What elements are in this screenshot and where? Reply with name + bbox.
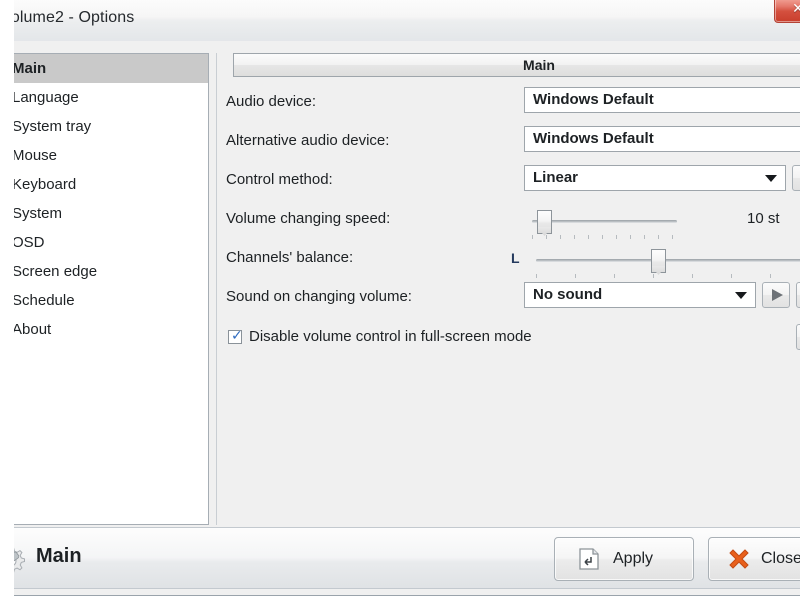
control-method-label: Control method: [226, 171, 333, 188]
footer-bottom-divider [0, 588, 800, 589]
close-icon: ✕ [792, 0, 800, 16]
sidebar-item-main[interactable]: Main [2, 54, 208, 83]
sidebar-item-about[interactable]: About [2, 315, 208, 344]
apply-button[interactable]: Apply [554, 537, 694, 581]
balance-left-marker: L [511, 250, 520, 266]
play-icon [772, 289, 783, 301]
section-header: Main [233, 53, 800, 77]
dialog-body: Main Language System tray Mouse Keyboard… [0, 41, 800, 527]
volume-speed-slider-ticks [532, 235, 677, 241]
sidebar-item-screen-edge[interactable]: Screen edge [2, 257, 208, 286]
channels-balance-slider-track[interactable] [536, 259, 800, 262]
control-method-extra-button[interactable] [792, 165, 800, 191]
sidebar-item-system-tray[interactable]: System tray [2, 112, 208, 141]
close-button[interactable]: Close [708, 537, 800, 581]
save-disk-icon [577, 547, 601, 571]
close-x-icon [727, 547, 751, 571]
panel-divider [216, 53, 217, 525]
sidebar-item-keyboard[interactable]: Keyboard [2, 170, 208, 199]
channels-balance-label: Channels' balance: [226, 249, 354, 266]
checkmark-icon: ✓ [231, 328, 243, 344]
footer-page-title: Main [36, 545, 82, 567]
title-bar: Volume2 - Options ✕ [0, 0, 800, 42]
sidebar-item-system[interactable]: System [2, 199, 208, 228]
audio-device-field[interactable]: Windows Default [524, 87, 800, 113]
control-method-value: Linear [533, 169, 579, 186]
fullscreen-checkbox-label: Disable volume control in full-screen mo… [249, 328, 532, 345]
options-dialog: Volume2 - Options ✕ Main Language System… [0, 0, 800, 596]
sound-on-change-label: Sound on changing volume: [226, 288, 412, 305]
alternative-audio-device-label: Alternative audio device: [226, 132, 390, 149]
settings-category-list[interactable]: Main Language System tray Mouse Keyboard… [1, 53, 209, 525]
application-window: Volume2 - Options ✕ Main Language System… [0, 0, 800, 600]
volume-speed-slider-track[interactable] [532, 220, 677, 223]
fullscreen-checkbox[interactable]: ✓ [228, 328, 243, 344]
volume-speed-slider-thumb[interactable] [537, 210, 552, 234]
channels-balance-slider-ticks [536, 274, 800, 280]
chevron-down-icon [735, 292, 747, 299]
window-close-button[interactable]: ✕ [774, 0, 800, 23]
browse-sound-button[interactable] [796, 282, 800, 308]
control-method-dropdown[interactable]: Linear [524, 165, 786, 191]
sidebar-item-osd[interactable]: OSD [2, 228, 208, 257]
apply-button-label: Apply [613, 550, 654, 567]
sidebar-item-language[interactable]: Language [2, 83, 208, 112]
volume-speed-value: 10 st [747, 210, 780, 227]
alternative-audio-device-field[interactable]: Windows Default [524, 126, 800, 152]
left-clip-strip [0, 0, 14, 600]
sound-on-change-value: No sound [533, 286, 603, 303]
window-title: Volume2 - Options [1, 9, 135, 26]
sidebar-item-schedule[interactable]: Schedule [2, 286, 208, 315]
sidebar-item-mouse[interactable]: Mouse [2, 141, 208, 170]
sound-on-change-dropdown[interactable]: No sound [524, 282, 756, 308]
dialog-footer: Main Apply Close [0, 527, 800, 589]
play-sound-button[interactable] [762, 282, 790, 308]
fullscreen-extra-button[interactable] [796, 324, 800, 350]
volume-speed-label: Volume changing speed: [226, 210, 391, 227]
audio-device-label: Audio device: [226, 93, 317, 110]
chevron-down-icon [765, 175, 777, 182]
close-button-label: Close [761, 550, 800, 567]
settings-panel-main: Main Audio device: Windows Default Alter… [226, 53, 800, 525]
channels-balance-slider-thumb[interactable] [651, 249, 666, 273]
